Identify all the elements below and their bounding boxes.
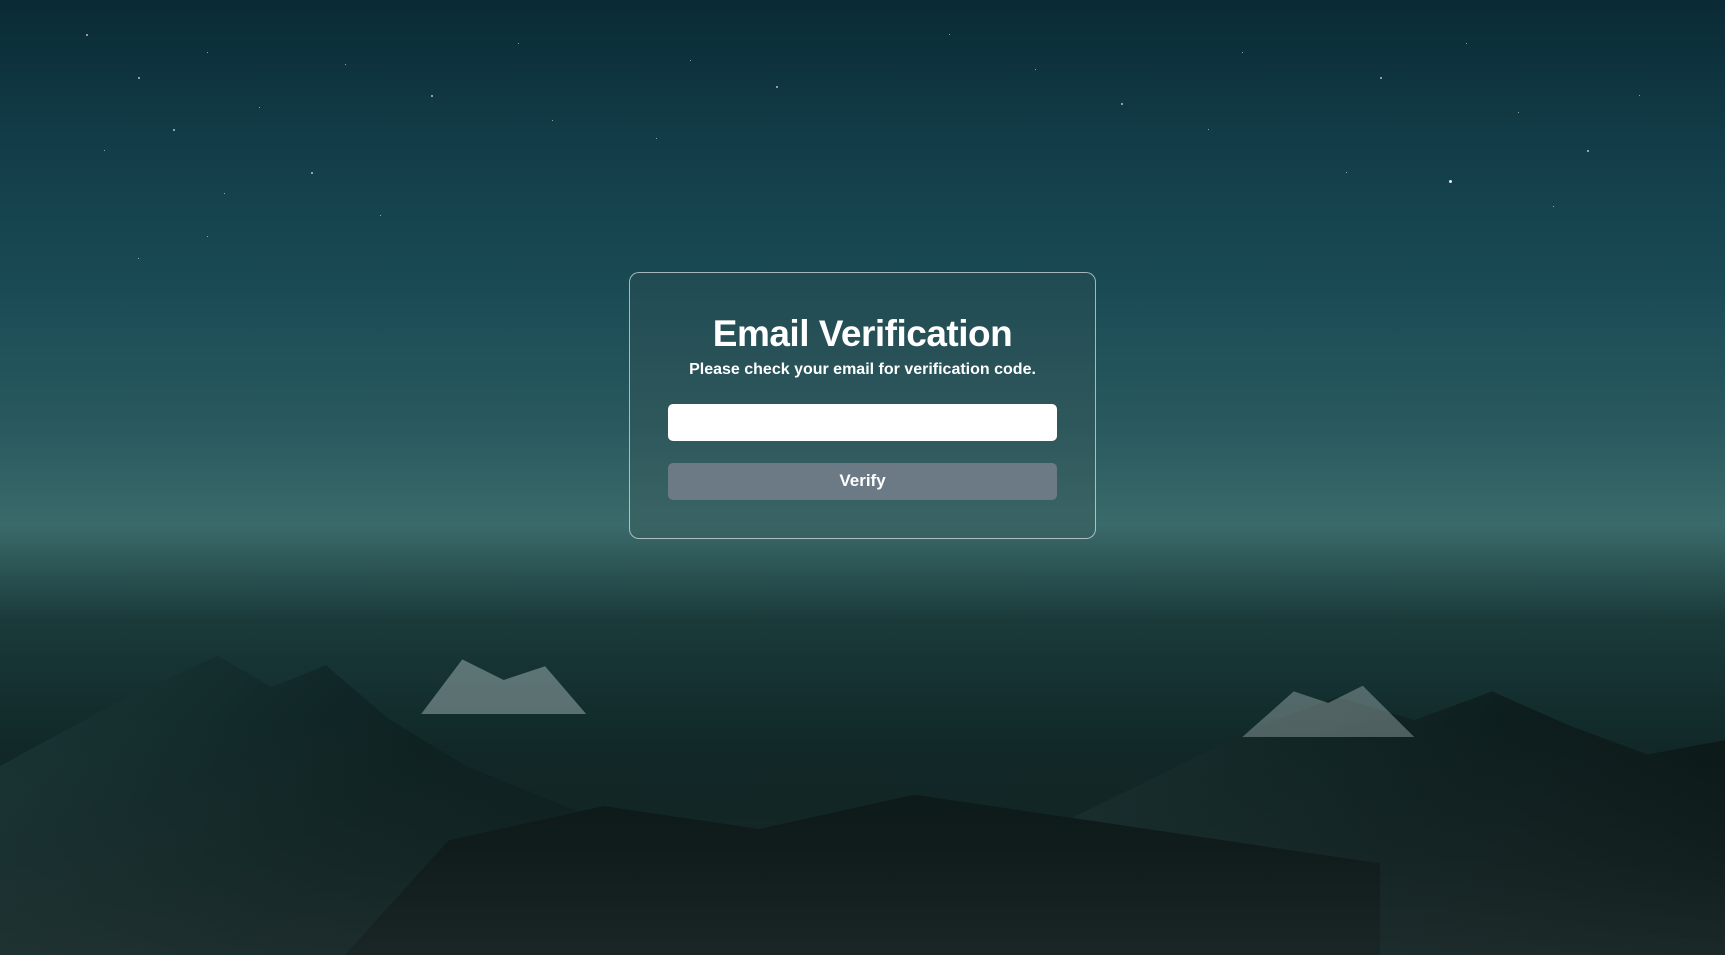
verification-card: Email Verification Please check your ema… [629,272,1096,539]
card-subtitle: Please check your email for verification… [668,361,1057,379]
fog-layer [0,716,1725,955]
card-title: Email Verification [668,313,1057,355]
verification-code-input[interactable] [668,404,1057,441]
verify-button[interactable]: Verify [668,463,1057,500]
